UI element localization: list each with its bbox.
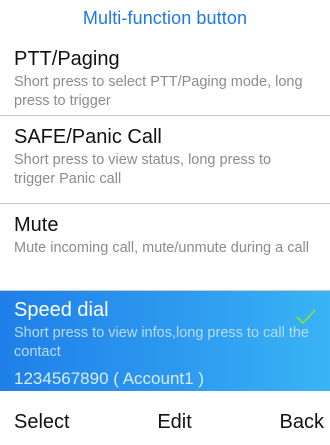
list-item-description: Mute incoming call, mute/unmute during a… [14, 240, 309, 256]
list-item-safe-panic-call[interactable]: SAFE/Panic Call Short press to view stat… [0, 116, 330, 204]
softkey-bar: Select Edit Back [0, 399, 330, 445]
list-item-title: Mute [14, 214, 59, 236]
list-item-description: Short press to select PTT/Paging mode, l… [14, 74, 303, 109]
check-icon [296, 309, 316, 324]
speed-dial-value: 1234567890 ( Account1 ) [14, 369, 204, 388]
list-item-title: PTT/Paging [14, 48, 120, 70]
list-item-title: SAFE/Panic Call [14, 126, 162, 148]
list-item-description: Short press to view status, long press t… [14, 152, 272, 187]
list-item-title: Speed dial [14, 299, 109, 321]
list-item-speed-dial[interactable]: Speed dial Short press to view infos,lon… [0, 291, 330, 391]
list-item-description: Short press to view infos,long press to … [14, 325, 309, 360]
select-softkey[interactable]: Select [14, 411, 70, 434]
list-item-ptt-paging[interactable]: PTT/Paging Short press to select PTT/Pag… [0, 36, 330, 116]
list-item-mute[interactable]: Mute Mute incoming call, mute/unmute dur… [0, 204, 330, 291]
screen: Multi-function button PTT/Paging Short p… [0, 0, 330, 445]
option-list: PTT/Paging Short press to select PTT/Pag… [0, 36, 330, 391]
back-softkey[interactable]: Back [280, 411, 324, 434]
edit-softkey[interactable]: Edit [157, 411, 191, 434]
page-title: Multi-function button [82, 7, 248, 28]
